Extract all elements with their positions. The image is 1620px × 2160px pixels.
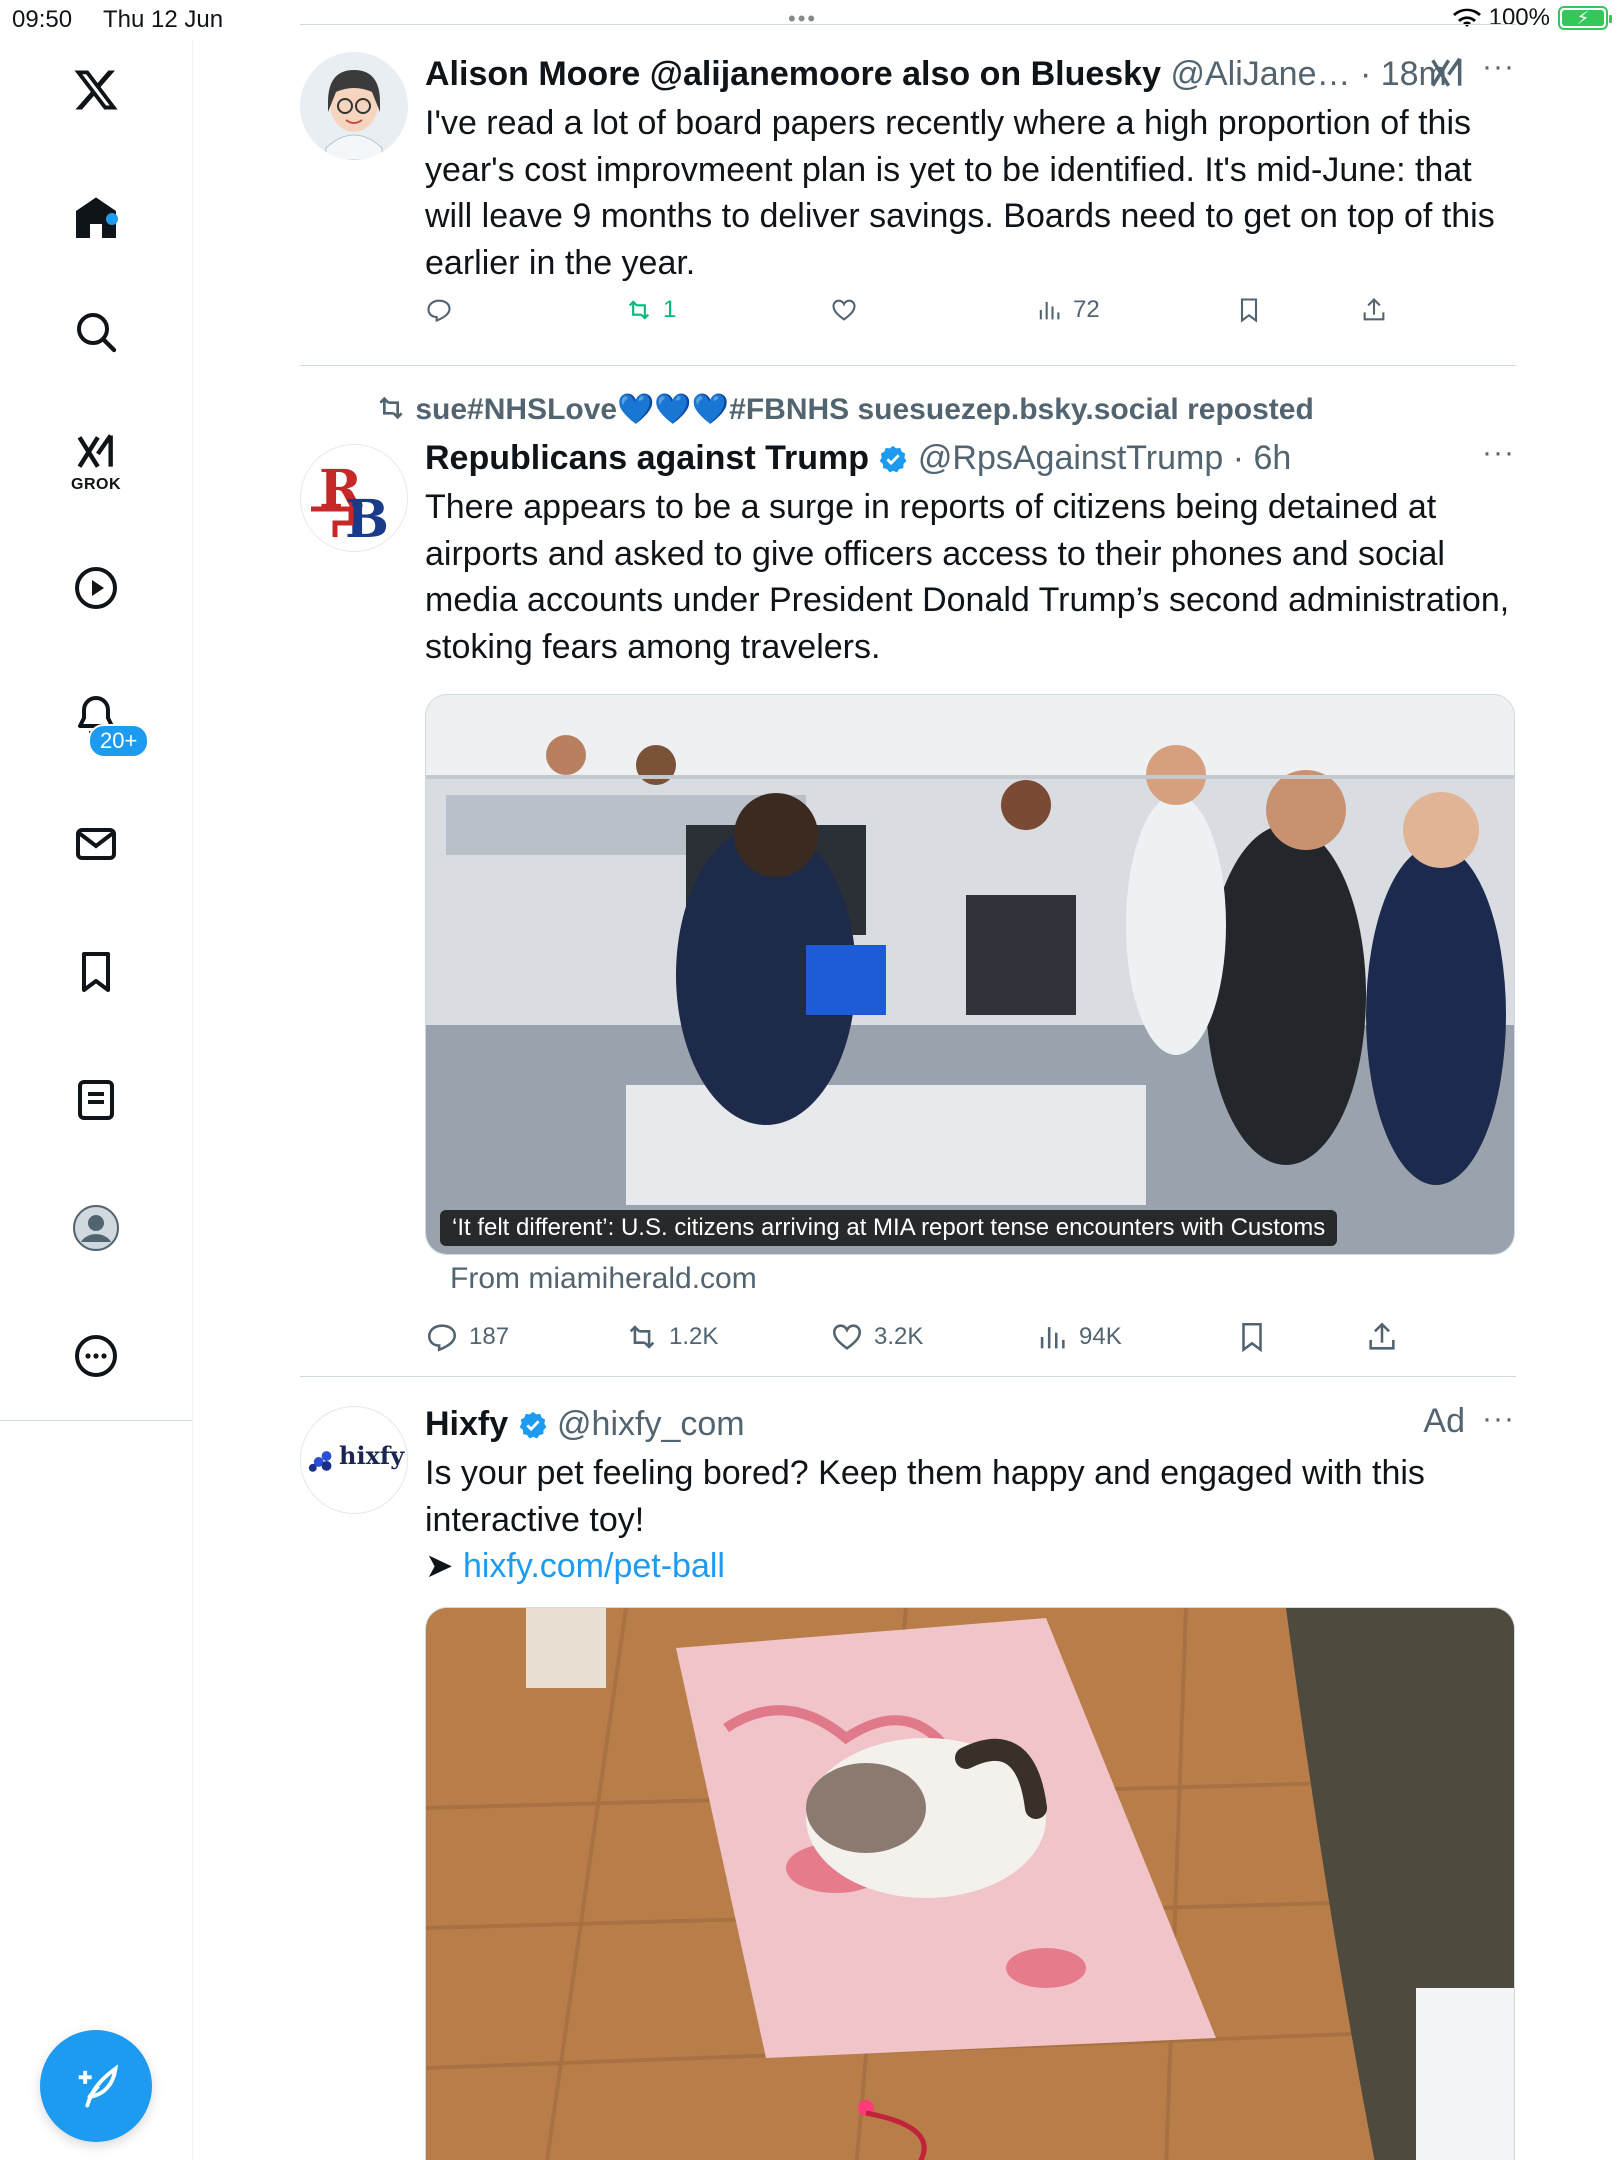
retweet-button[interactable]: 1.2K [625, 1320, 718, 1354]
status-right: 100% ⚡ [1452, 4, 1612, 32]
retweet-button[interactable]: 1 [625, 296, 676, 324]
like-count: 3.2K [874, 1323, 924, 1350]
views-icon [1039, 301, 1060, 320]
search-icon[interactable] [56, 292, 136, 372]
reply-button[interactable] [425, 296, 453, 324]
avatar[interactable] [300, 52, 408, 160]
profile-icon[interactable] [56, 1188, 136, 1268]
status-bar: 09:50 Thu 12 Jun ••• 100% ⚡ [0, 0, 1620, 40]
cat-video-thumbnail [426, 1608, 1514, 2160]
author-name[interactable]: Alison Moore @alijanemoore also on Blues… [425, 55, 1161, 93]
views-count: 72 [1073, 296, 1100, 323]
arrow-glyph: ➤ [425, 1547, 463, 1585]
like-button[interactable] [830, 296, 858, 324]
grok-label: GROK [71, 476, 121, 493]
tweet-text: I've read a lot of board papers recently… [425, 104, 1495, 282]
heart-icon [832, 1324, 862, 1350]
grok-icon[interactable]: GROK [56, 420, 136, 500]
feather-plus-icon [78, 2064, 119, 2108]
more-options-icon[interactable]: ··· [1482, 436, 1515, 470]
retweet-icon [629, 1325, 655, 1349]
reply-count: 187 [469, 1323, 510, 1350]
heart-icon [832, 299, 856, 321]
x-logo-icon[interactable] [56, 50, 136, 130]
tweet-divider [300, 1376, 1516, 1377]
share-icon [1369, 1322, 1395, 1350]
verified-badge-icon [519, 1411, 546, 1439]
ad-label: Ad [1423, 1402, 1465, 1440]
compose-post-button[interactable] [40, 2030, 152, 2142]
bookmarks-icon[interactable] [56, 932, 136, 1012]
more-options-icon[interactable]: ··· [1482, 1402, 1515, 1436]
avatar[interactable]: hixfy [300, 1406, 408, 1514]
more-icon[interactable] [56, 1316, 136, 1396]
tweet-actions: 1 72 [425, 296, 1515, 336]
airport-photo [426, 695, 1514, 1254]
home-unread-dot [106, 213, 118, 225]
retweet-icon [628, 300, 650, 320]
reply-icon [427, 299, 451, 323]
author-name[interactable]: Hixfy [425, 1405, 508, 1443]
multitask-dots[interactable]: ••• [788, 6, 817, 32]
repost-context[interactable]: sue#NHSLove💙💙💙#FBNHS suesuezep.bsky.soci… [375, 392, 1314, 427]
views-icon [1040, 1327, 1065, 1349]
views-button[interactable]: 72 [1035, 296, 1100, 324]
feed-divider-top [300, 24, 1516, 25]
author-handle[interactable]: @RpsAgainstTrump [918, 439, 1223, 477]
avatar[interactable]: R B [300, 444, 408, 552]
ad-link[interactable]: hixfy.com/pet-ball [463, 1547, 725, 1585]
sidebar-nav: GROK 20+ [0, 40, 193, 2160]
x-logo-svg [74, 70, 118, 110]
verified-badge-icon [880, 445, 907, 473]
lists-icon[interactable] [56, 1060, 136, 1140]
reposted-by-text: sue#NHSLove💙💙💙#FBNHS suesuezep.bsky.soci… [415, 393, 1314, 426]
share-button[interactable] [1360, 296, 1388, 324]
ad-text: Is your pet feeling bored? Keep them hap… [425, 1454, 1425, 1539]
tweet-text: Is your pet feeling bored? Keep them hap… [425, 1450, 1515, 1590]
sidebar-divider [0, 1420, 192, 1421]
like-button[interactable]: 3.2K [830, 1320, 923, 1354]
wifi-icon [1452, 8, 1481, 27]
grok-icon[interactable] [1427, 54, 1467, 92]
repost-icon [379, 396, 403, 420]
share-button[interactable] [1365, 1320, 1399, 1354]
views-count: 94K [1079, 1323, 1122, 1350]
video-icon[interactable] [56, 548, 136, 628]
views-button[interactable]: 94K [1035, 1320, 1122, 1354]
link-source[interactable]: From miamiherald.com [450, 1262, 757, 1296]
bookmark-button[interactable] [1235, 296, 1263, 324]
author-handle[interactable]: @hixfy_com [557, 1405, 745, 1443]
author-name[interactable]: Republicans against Trump [425, 439, 869, 477]
messages-icon[interactable] [56, 804, 136, 884]
retweet-count: 1 [663, 296, 677, 323]
tweet-text: There appears to be a surge in reports o… [425, 488, 1510, 666]
battery-icon: ⚡ [1558, 6, 1612, 30]
share-icon [1363, 298, 1385, 321]
link-card-caption: ‘It felt different’: U.S. citizens arriv… [440, 1210, 1338, 1246]
tweet-header: Republicans against Trump @RpsAgainstTru… [425, 436, 1515, 480]
reply-button[interactable]: 187 [425, 1320, 509, 1354]
home-icon[interactable] [56, 178, 136, 258]
ad-video[interactable] [425, 1607, 1515, 2160]
tweet-header: Hixfy @hixfy_com [425, 1402, 1515, 1446]
author-handle[interactable]: @AliJane… [1170, 55, 1350, 93]
retweet-count: 1.2K [669, 1323, 719, 1350]
tweet-time[interactable]: · 6h [1233, 439, 1292, 477]
tweet-actions: 187 1.2K 3.2K 94K [425, 1320, 1515, 1360]
more-options-icon[interactable]: ··· [1482, 50, 1515, 84]
bookmark-button[interactable] [1235, 1320, 1269, 1354]
tweet-header: Alison Moore @alijanemoore also on Blues… [425, 52, 1515, 96]
bookmark-icon [1240, 298, 1258, 323]
reply-icon [427, 1324, 457, 1352]
battery-percent: 100% [1488, 4, 1550, 31]
link-card-image[interactable]: ‘It felt different’: U.S. citizens arriv… [425, 694, 1515, 1255]
hixfy-logo-text: hixfy [339, 1441, 405, 1470]
notifications-badge: 20+ [88, 724, 150, 758]
status-time: 09:50 [12, 6, 73, 33]
bookmark-icon [1242, 1322, 1262, 1353]
tweet-divider [300, 365, 1516, 366]
status-date: Thu 12 Jun [103, 6, 224, 33]
